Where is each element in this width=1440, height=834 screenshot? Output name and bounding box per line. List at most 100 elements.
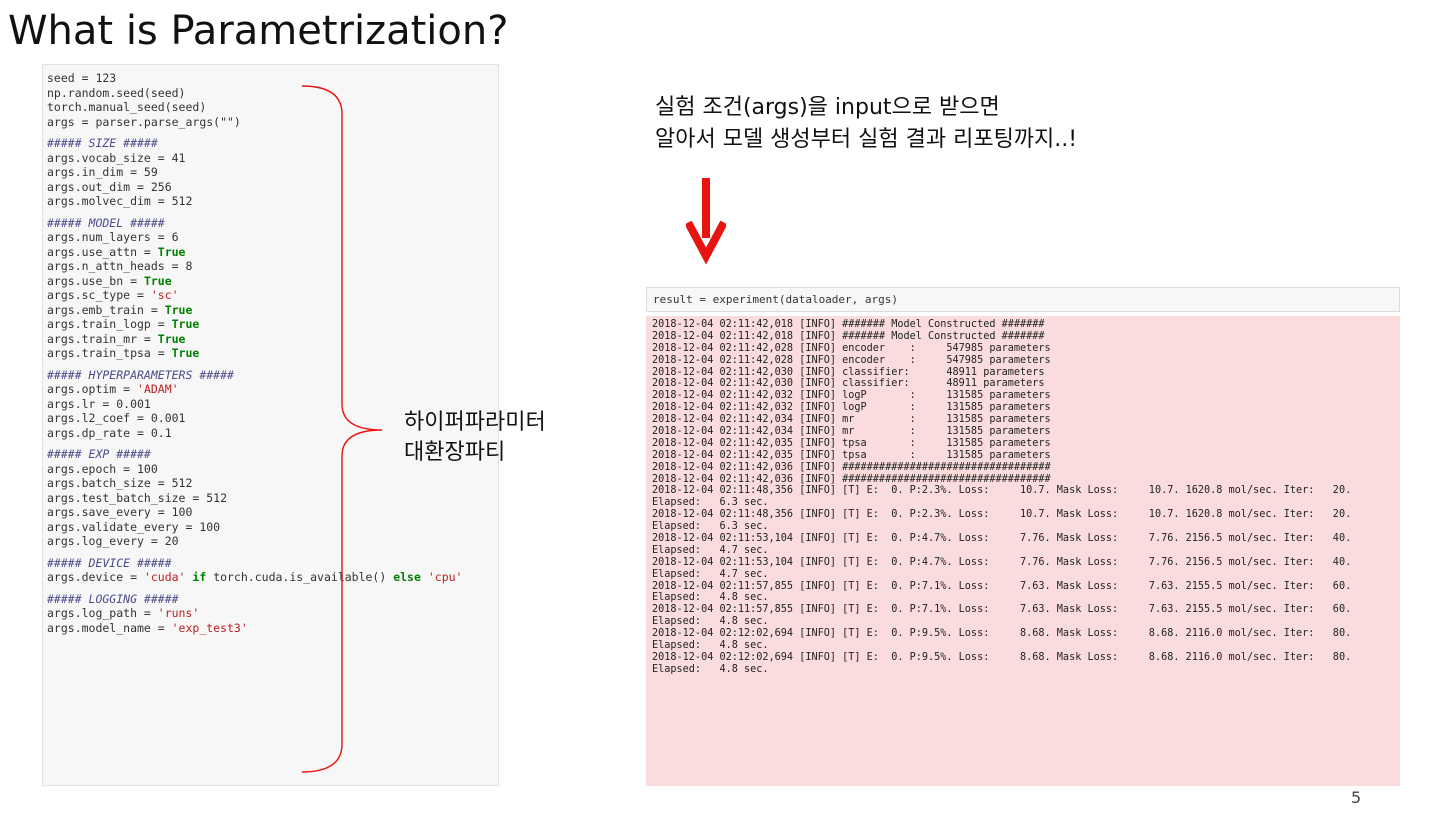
- output-line: Elapsed: 4.7 sec.: [652, 544, 769, 556]
- code-keyword: True: [164, 302, 193, 317]
- code-comment: ##### DEVICE #####: [47, 555, 172, 570]
- code-keyword: True: [157, 244, 186, 259]
- code-line: args.train_logp = True: [47, 317, 498, 332]
- code-string: 'exp_test3': [171, 620, 248, 635]
- experiment-annotation: 실험 조건(args)을 input으로 받으면 알아서 모델 생성부터 실험 …: [655, 92, 1077, 156]
- output-line: Elapsed: 6.3 sec.: [652, 521, 769, 533]
- code-text: args.n_attn_heads = 8: [47, 259, 193, 273]
- code-text: args.train_logp =: [47, 317, 172, 331]
- output-line: Elapsed: 6.3 sec.: [652, 497, 769, 509]
- code-line: ##### LOGGING #####: [47, 592, 498, 607]
- code-text: args.batch_size = 512: [47, 476, 193, 490]
- down-arrow-icon: [686, 178, 726, 265]
- output-line: 2018-12-04 02:11:48,356 [INFO] [T] E: 0.…: [652, 485, 1352, 497]
- code-line: args.vocab_size = 41: [47, 151, 498, 166]
- output-line: 2018-12-04 02:11:42,034 [INFO] mr : 1315…: [652, 426, 1051, 438]
- code-line: args.log_path = 'runs': [47, 606, 498, 621]
- code-line: args.test_batch_size = 512: [47, 491, 498, 506]
- output-line: 2018-12-04 02:11:53,104 [INFO] [T] E: 0.…: [652, 533, 1352, 545]
- code-line: ##### DEVICE #####: [47, 556, 498, 571]
- page-number: 5: [1351, 788, 1362, 807]
- output-line: 2018-12-04 02:11:53,104 [INFO] [T] E: 0.…: [652, 556, 1352, 568]
- code-text: args.epoch = 100: [47, 461, 158, 476]
- code-text: args.train_tpsa =: [47, 346, 172, 360]
- code-line: args.batch_size = 512: [47, 476, 498, 491]
- code-text: args.use_bn =: [47, 273, 144, 288]
- code-text: args.in_dim = 59: [47, 165, 158, 179]
- code-keyword: True: [143, 273, 172, 288]
- code-line: args.train_mr = True: [47, 332, 498, 347]
- code-comment: ##### HYPERPARAMETERS #####: [47, 367, 234, 382]
- output-line: 2018-12-04 02:11:42,035 [INFO] tpsa : 13…: [652, 449, 1051, 461]
- output-line: 2018-12-04 02:11:42,028 [INFO] encoder :…: [652, 342, 1051, 354]
- code-line: args.num_layers = 6: [47, 230, 498, 245]
- code-text: np.random.seed(seed): [47, 85, 186, 100]
- output-line: 2018-12-04 02:11:42,028 [INFO] encoder :…: [652, 354, 1051, 366]
- annotation-line-1: 실험 조건(args)을 input으로 받으면: [655, 95, 1000, 120]
- code-line: args.validate_every = 100: [47, 520, 498, 535]
- code-text: args.l2_coef = 0.001: [47, 411, 186, 425]
- code-text: args.lr = 0.001: [47, 396, 151, 411]
- code-line: ##### MODEL #####: [47, 216, 498, 231]
- curly-brace-icon: [301, 85, 383, 773]
- code-string: 'cpu': [427, 570, 463, 584]
- command-cell[interactable]: result = experiment(dataloader, args): [646, 287, 1400, 312]
- output-line: 2018-12-04 02:11:42,030 [INFO] classifie…: [652, 366, 1045, 378]
- code-line: args.molvec_dim = 512: [47, 194, 498, 209]
- code-text: args.use_attn =: [47, 244, 158, 259]
- code-string: 'runs': [157, 606, 200, 620]
- code-text: args.model_name =: [47, 620, 172, 635]
- code-text: args.out_dim = 256: [47, 179, 172, 194]
- output-line: Elapsed: 4.7 sec.: [652, 568, 769, 580]
- code-string: 'sc': [150, 288, 179, 302]
- code-text: args.dp_rate = 0.1: [47, 425, 172, 440]
- code-string: 'cuda': [143, 570, 186, 584]
- output-line: 2018-12-04 02:11:57,855 [INFO] [T] E: 0.…: [652, 580, 1352, 592]
- code-line: args.n_attn_heads = 8: [47, 259, 498, 274]
- output-line: 2018-12-04 02:11:42,018 [INFO] ####### M…: [652, 330, 1045, 342]
- code-keyword: True: [171, 317, 200, 331]
- code-line: args.out_dim = 256: [47, 180, 498, 195]
- code-line: args.log_every = 20: [47, 534, 498, 549]
- code-line: ##### SIZE #####: [47, 136, 498, 151]
- code-line: seed = 123: [47, 71, 498, 86]
- code-text: args.optim =: [47, 382, 138, 396]
- code-line: args.optim = 'ADAM': [47, 382, 498, 397]
- code-text: args.log_path =: [47, 606, 158, 620]
- output-line: Elapsed: 4.8 sec.: [652, 592, 769, 604]
- code-text: args.vocab_size = 41: [47, 150, 186, 165]
- code-comment: ##### SIZE #####: [47, 136, 158, 150]
- slide-title: What is Parametrization?: [8, 8, 509, 54]
- code-string: 'ADAM': [137, 382, 179, 396]
- code-line: args.sc_type = 'sc': [47, 288, 498, 303]
- code-text: args.test_batch_size = 512: [47, 490, 228, 505]
- brace-annotation-line-2: 대환장파티: [404, 440, 506, 465]
- output-line: 2018-12-04 02:12:02,694 [INFO] [T] E: 0.…: [652, 628, 1352, 640]
- code-text: args.emb_train =: [47, 302, 165, 317]
- code-text: args.validate_every = 100: [47, 519, 221, 534]
- output-line: Elapsed: 4.8 sec.: [652, 616, 769, 628]
- output-line: 2018-12-04 02:11:42,034 [INFO] mr : 1315…: [652, 414, 1051, 426]
- annotation-line-2: 알아서 모델 생성부터 실험 결과 리포팅까지..!: [655, 127, 1078, 152]
- code-text: args = parser.parse_args(""): [47, 114, 241, 129]
- code-text: args.train_mr =: [47, 331, 158, 346]
- code-text: args.molvec_dim = 512: [47, 194, 193, 208]
- output-cell: 2018-12-04 02:11:42,018 [INFO] ####### M…: [646, 316, 1400, 786]
- output-line: 2018-12-04 02:12:02,694 [INFO] [T] E: 0.…: [652, 651, 1352, 663]
- code-line: args.use_attn = True: [47, 245, 498, 260]
- code-line: args.in_dim = 59: [47, 165, 498, 180]
- output-line: Elapsed: 4.8 sec.: [652, 640, 769, 652]
- code-line: torch.manual_seed(seed): [47, 100, 498, 115]
- output-line: 2018-12-04 02:11:42,030 [INFO] classifie…: [652, 378, 1045, 390]
- code-line: args.device = 'cuda' if torch.cuda.is_av…: [47, 570, 498, 585]
- code-text: args.num_layers = 6: [47, 230, 179, 244]
- code-line: args.model_name = 'exp_test3': [47, 621, 498, 636]
- output-line: 2018-12-04 02:11:42,036 [INFO] #########…: [652, 461, 1051, 473]
- output-line: 2018-12-04 02:11:42,036 [INFO] #########…: [652, 473, 1051, 485]
